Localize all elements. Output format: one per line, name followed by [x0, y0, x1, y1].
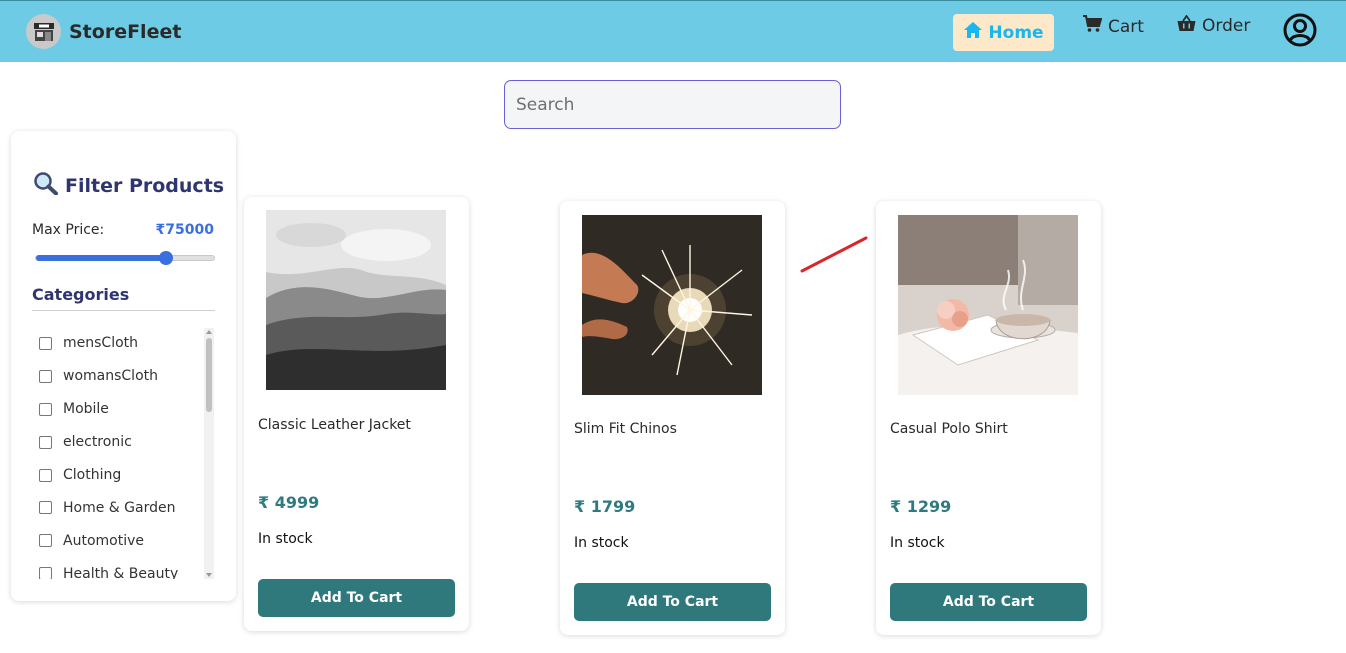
- product-stock: In stock: [890, 535, 945, 551]
- max-price-value: ₹75000: [155, 222, 214, 238]
- scroll-up-arrow-icon[interactable]: [206, 330, 212, 334]
- category-item[interactable]: electronic: [32, 426, 214, 459]
- product-stock: In stock: [258, 531, 313, 547]
- category-label: electronic: [63, 434, 132, 451]
- scrollbar-thumb[interactable]: [206, 338, 212, 412]
- cart-icon: [1083, 15, 1103, 38]
- product-card: Classic Leather Jacket ₹ 4999 In stock A…: [244, 197, 469, 631]
- nav-cart-link[interactable]: Cart: [1083, 15, 1144, 38]
- price-slider-fill: [36, 255, 166, 261]
- category-label: Clothing: [63, 467, 122, 483]
- navbar: StoreFleet Home Cart Order: [0, 0, 1346, 62]
- product-name: Classic Leather Jacket: [258, 417, 411, 433]
- category-item[interactable]: Clothing: [32, 459, 214, 492]
- product-price: ₹ 1299: [890, 497, 952, 516]
- category-checkbox[interactable]: [39, 468, 52, 482]
- nav-order-link[interactable]: Order: [1177, 14, 1251, 37]
- category-label: Mobile: [63, 401, 109, 418]
- nav-home-label: Home: [988, 22, 1044, 43]
- product-card: Casual Polo Shirt ₹ 1299 In stock Add To…: [876, 201, 1101, 635]
- product-stock: In stock: [574, 535, 629, 551]
- product-image[interactable]: [898, 215, 1078, 395]
- nav-cart-label: Cart: [1108, 16, 1144, 37]
- brand[interactable]: StoreFleet: [26, 14, 181, 49]
- category-checkbox[interactable]: [39, 534, 52, 548]
- add-to-cart-button[interactable]: Add To Cart: [574, 583, 771, 621]
- category-checkbox[interactable]: [39, 567, 52, 579]
- max-price-row: Max Price: ₹75000: [32, 222, 214, 238]
- search-input[interactable]: [504, 80, 841, 129]
- category-scrollbar[interactable]: [204, 328, 214, 579]
- search-box: [504, 80, 841, 129]
- red-annotation-stroke: [800, 236, 868, 273]
- product-image[interactable]: [582, 215, 762, 395]
- home-icon: [963, 21, 983, 44]
- category-label: Home & Garden: [63, 499, 176, 516]
- add-to-cart-button[interactable]: Add To Cart: [258, 579, 455, 617]
- category-checkbox[interactable]: [39, 402, 52, 416]
- category-item[interactable]: Health & Beauty: [32, 557, 214, 579]
- category-label: mensCloth: [63, 335, 139, 352]
- magnifier-icon: [33, 171, 59, 200]
- category-list: mensCloth womansCloth Mobile electronic …: [32, 327, 214, 579]
- category-item[interactable]: Mobile: [32, 393, 214, 426]
- categories-title: Categories: [32, 285, 130, 304]
- profile-icon[interactable]: [1283, 13, 1317, 51]
- category-label: Automotive: [63, 532, 144, 549]
- brand-name: StoreFleet: [69, 20, 182, 43]
- filter-title-text: Filter Products: [65, 174, 225, 197]
- max-price-label: Max Price:: [32, 222, 105, 238]
- add-to-cart-button[interactable]: Add To Cart: [890, 583, 1087, 621]
- category-checkbox[interactable]: [39, 435, 52, 449]
- product-name: Slim Fit Chinos: [574, 421, 677, 437]
- filter-title: Filter Products: [33, 171, 224, 200]
- nav-home-link[interactable]: Home: [953, 14, 1054, 51]
- category-item[interactable]: womansCloth: [32, 360, 214, 393]
- scroll-down-arrow-icon[interactable]: [206, 573, 212, 577]
- category-checkbox[interactable]: [39, 336, 52, 350]
- category-checkbox[interactable]: [39, 501, 52, 515]
- category-item[interactable]: Home & Garden: [32, 491, 214, 524]
- product-price: ₹ 1799: [574, 497, 636, 516]
- category-label: womansCloth: [63, 368, 158, 385]
- categories-divider: [32, 310, 215, 311]
- basket-icon: [1177, 14, 1196, 37]
- product-price: ₹ 4999: [258, 493, 320, 512]
- price-slider-thumb[interactable]: [158, 251, 173, 265]
- category-item[interactable]: Automotive: [32, 524, 214, 557]
- product-name: Casual Polo Shirt: [890, 421, 1008, 437]
- filter-panel: Filter Products Max Price: ₹75000 Catego…: [11, 131, 236, 601]
- product-card: Slim Fit Chinos ₹ 1799 In stock Add To C…: [560, 201, 785, 635]
- category-checkbox[interactable]: [39, 369, 52, 383]
- nav-order-label: Order: [1202, 16, 1251, 36]
- store-logo-icon: [26, 14, 61, 49]
- product-image[interactable]: [266, 210, 446, 390]
- price-slider[interactable]: [35, 251, 215, 265]
- category-label: Health & Beauty: [63, 565, 179, 579]
- category-item[interactable]: mensCloth: [32, 327, 214, 360]
